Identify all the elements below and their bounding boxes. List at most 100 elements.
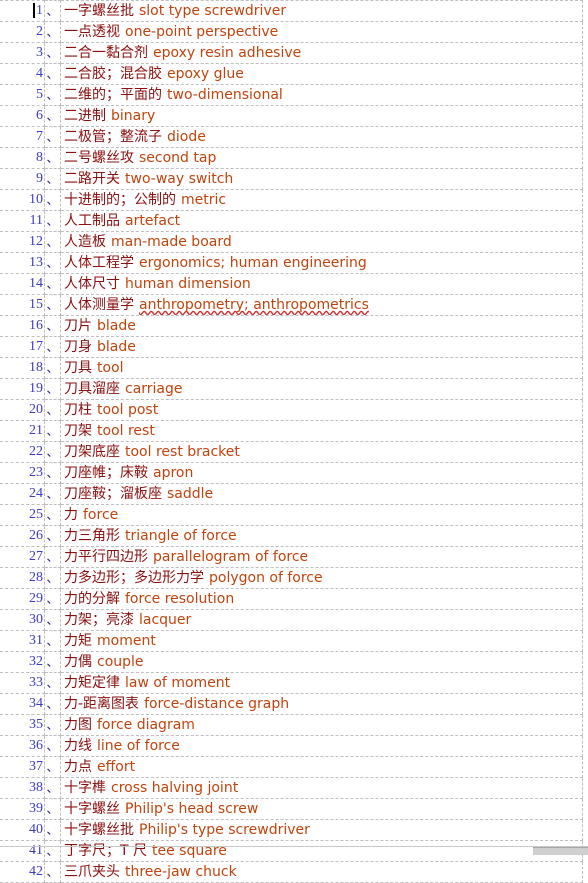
list-separator-mark: 、	[44, 168, 61, 190]
glossary-entry[interactable]: 力线 line of force	[60, 735, 583, 757]
table-row[interactable]: 6、二进制 binary	[0, 105, 583, 127]
table-row[interactable]: 14、人体尺寸 human dimension	[0, 273, 583, 295]
horizontal-scrollbar-thumb[interactable]	[533, 848, 588, 855]
list-separator-mark: 、	[44, 252, 61, 274]
table-row[interactable]: 1、一字螺丝批 slot type screwdriver	[0, 0, 583, 22]
row-number: 8	[0, 147, 45, 169]
chinese-term: 二极管；整流子	[64, 129, 162, 145]
table-row[interactable]: 17、刀身 blade	[0, 336, 583, 358]
glossary-entry[interactable]: 力 force	[60, 504, 583, 526]
table-row[interactable]: 41、丁字尺；T 尺 tee square	[0, 840, 583, 862]
table-row[interactable]: 20、刀柱 tool post	[0, 399, 583, 421]
glossary-entry[interactable]: 力架；亮漆 lacquer	[60, 609, 583, 631]
glossary-entry[interactable]: 力图 force diagram	[60, 714, 583, 736]
table-row[interactable]: 36、力线 line of force	[0, 735, 583, 757]
glossary-entry[interactable]: 刀具溜座 carriage	[60, 378, 583, 400]
glossary-entry[interactable]: 刀座鞍；溜板座 saddle	[60, 483, 583, 505]
glossary-entry[interactable]: 一点透视 one-point perspective	[60, 21, 583, 43]
table-row[interactable]: 12、人造板 man-made board	[0, 231, 583, 253]
table-row[interactable]: 18、刀具 tool	[0, 357, 583, 379]
table-row[interactable]: 8、二号螺丝攻 second tap	[0, 147, 583, 169]
table-row[interactable]: 5、二维的；平面的 two-dimensional	[0, 84, 583, 106]
table-row[interactable]: 11、人工制品 artefact	[0, 210, 583, 232]
glossary-entry[interactable]: 力-距离图表 force-distance graph	[60, 693, 583, 715]
table-row[interactable]: 3、二合一黏合剂 epoxy resin adhesive	[0, 42, 583, 64]
glossary-entry[interactable]: 十字螺丝 Philip's head screw	[60, 798, 583, 820]
glossary-entry[interactable]: 刀架 tool rest	[60, 420, 583, 442]
table-row[interactable]: 33、力矩定律 law of moment	[0, 672, 583, 694]
glossary-entry[interactable]: 人工制品 artefact	[60, 210, 583, 232]
table-row[interactable]: 35、力图 force diagram	[0, 714, 583, 736]
glossary-entry[interactable]: 力平行四边形 parallelogram of force	[60, 546, 583, 568]
glossary-entry[interactable]: 刀片 blade	[60, 315, 583, 337]
glossary-entry[interactable]: 刀身 blade	[60, 336, 583, 358]
table-row[interactable]: 40、十字螺丝批 Philip's type screwdriver	[0, 819, 583, 841]
glossary-entry[interactable]: 十进制的；公制的 metric	[60, 189, 583, 211]
glossary-entry[interactable]: 一字螺丝批 slot type screwdriver	[60, 0, 583, 22]
glossary-entry[interactable]: 力矩 moment	[60, 630, 583, 652]
glossary-entry[interactable]: 力的分解 force resolution	[60, 588, 583, 610]
glossary-entry[interactable]: 二号螺丝攻 second tap	[60, 147, 583, 169]
english-term: apron	[153, 465, 194, 481]
glossary-entry[interactable]: 二合一黏合剂 epoxy resin adhesive	[60, 42, 583, 64]
glossary-entry[interactable]: 十字榫 cross halving joint	[60, 777, 583, 799]
table-row[interactable]: 21、刀架 tool rest	[0, 420, 583, 442]
glossary-entry[interactable]: 刀具 tool	[60, 357, 583, 379]
row-number: 33	[0, 672, 45, 694]
english-term: blade	[97, 339, 136, 355]
table-row[interactable]: 4、二合胶；混合胶 epoxy glue	[0, 63, 583, 85]
glossary-entry[interactable]: 二维的；平面的 two-dimensional	[60, 84, 583, 106]
table-row[interactable]: 16、刀片 blade	[0, 315, 583, 337]
row-number: 29	[0, 588, 45, 610]
chinese-term: 人体测量学	[64, 297, 134, 313]
glossary-entry[interactable]: 人体尺寸 human dimension	[60, 273, 583, 295]
glossary-entry[interactable]: 二路开关 two-way switch	[60, 168, 583, 190]
table-row[interactable]: 10、十进制的；公制的 metric	[0, 189, 583, 211]
table-row[interactable]: 2、一点透视 one-point perspective	[0, 21, 583, 43]
table-row[interactable]: 22、刀架底座 tool rest bracket	[0, 441, 583, 463]
list-separator-mark: 、	[44, 777, 61, 799]
glossary-entry[interactable]: 二极管；整流子 diode	[60, 126, 583, 148]
table-row[interactable]: 13、人体工程学 ergonomics; human engineering	[0, 252, 583, 274]
list-separator-mark: 、	[44, 630, 61, 652]
table-row[interactable]: 39、十字螺丝 Philip's head screw	[0, 798, 583, 820]
table-row[interactable]: 15、人体测量学 anthropometry; anthropometrics	[0, 294, 583, 316]
table-row[interactable]: 7、二极管；整流子 diode	[0, 126, 583, 148]
table-row[interactable]: 32、力偶 couple	[0, 651, 583, 673]
glossary-entry[interactable]: 力偶 couple	[60, 651, 583, 673]
table-row[interactable]: 29、力的分解 force resolution	[0, 588, 583, 610]
english-term: tool post	[97, 402, 159, 418]
glossary-entry[interactable]: 刀柱 tool post	[60, 399, 583, 421]
glossary-entry[interactable]: 力多边形；多边形力学 polygon of force	[60, 567, 583, 589]
list-separator-mark: 、	[44, 504, 61, 526]
table-row[interactable]: 28、力多边形；多边形力学 polygon of force	[0, 567, 583, 589]
table-row[interactable]: 42、三爪夹头 three-jaw chuck	[0, 861, 583, 883]
table-row[interactable]: 27、力平行四边形 parallelogram of force	[0, 546, 583, 568]
table-row[interactable]: 30、力架；亮漆 lacquer	[0, 609, 583, 631]
table-row[interactable]: 37、力点 effort	[0, 756, 583, 778]
glossary-entry[interactable]: 人体工程学 ergonomics; human engineering	[60, 252, 583, 274]
glossary-entry[interactable]: 人造板 man-made board	[60, 231, 583, 253]
table-row[interactable]: 26、力三角形 triangle of force	[0, 525, 583, 547]
glossary-entry[interactable]: 力三角形 triangle of force	[60, 525, 583, 547]
glossary-entry[interactable]: 力点 effort	[60, 756, 583, 778]
glossary-entry[interactable]: 刀架底座 tool rest bracket	[60, 441, 583, 463]
table-row[interactable]: 9、二路开关 two-way switch	[0, 168, 583, 190]
row-number: 40	[0, 819, 45, 841]
table-row[interactable]: 23、刀座帷；床鞍 apron	[0, 462, 583, 484]
table-row[interactable]: 25、力 force	[0, 504, 583, 526]
table-row[interactable]: 19、刀具溜座 carriage	[0, 378, 583, 400]
table-row[interactable]: 24、刀座鞍；溜板座 saddle	[0, 483, 583, 505]
glossary-entry[interactable]: 十字螺丝批 Philip's type screwdriver	[60, 819, 583, 841]
table-row[interactable]: 34、力-距离图表 force-distance graph	[0, 693, 583, 715]
list-separator-mark: 、	[44, 546, 61, 568]
glossary-entry[interactable]: 刀座帷；床鞍 apron	[60, 462, 583, 484]
table-row[interactable]: 38、十字榫 cross halving joint	[0, 777, 583, 799]
table-row[interactable]: 31、力矩 moment	[0, 630, 583, 652]
glossary-entry[interactable]: 二进制 binary	[60, 105, 583, 127]
glossary-entry[interactable]: 二合胶；混合胶 epoxy glue	[60, 63, 583, 85]
glossary-entry[interactable]: 三爪夹头 three-jaw chuck	[60, 861, 583, 883]
glossary-entry[interactable]: 人体测量学 anthropometry; anthropometrics	[60, 294, 583, 316]
glossary-entry[interactable]: 丁字尺；T 尺 tee square	[60, 840, 583, 862]
glossary-entry[interactable]: 力矩定律 law of moment	[60, 672, 583, 694]
